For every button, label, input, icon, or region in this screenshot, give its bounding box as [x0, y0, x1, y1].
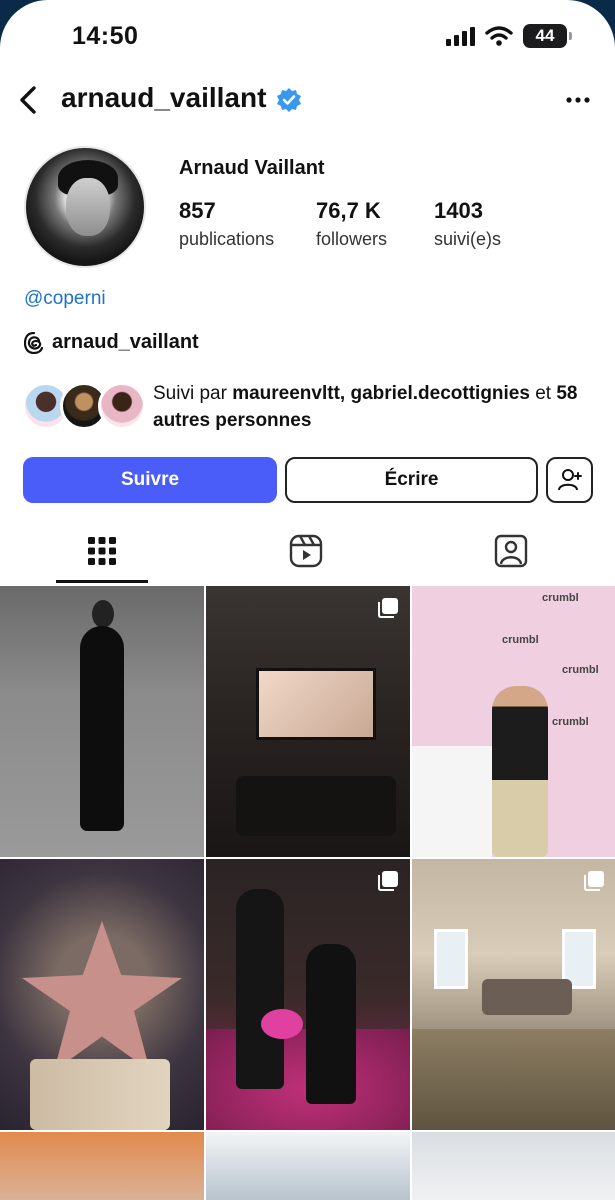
more-options-icon[interactable]: [563, 86, 593, 114]
header-username: arnaud_vaillant: [61, 82, 267, 113]
verified-badge-icon: [277, 88, 301, 112]
add-person-icon: [557, 469, 582, 491]
status-icons: 44: [445, 24, 572, 48]
bio-mention-link[interactable]: @coperni: [24, 288, 106, 310]
post-thumbnail[interactable]: [0, 586, 204, 857]
wifi-icon: [485, 26, 513, 46]
stat-label: publications: [179, 229, 275, 249]
instagram-profile-screen: 14:50 44 arnaud_vaillant Arnaud Vaillant…: [0, 0, 615, 1200]
status-bar: 14:50 44: [0, 0, 615, 70]
profile-full-name: Arnaud Vaillant: [179, 157, 325, 179]
stat-value: 1403: [434, 198, 483, 223]
followed-by-middle: et: [529, 383, 557, 404]
signal-icon: [446, 27, 475, 46]
followed-by-prefix: Suivi par: [153, 383, 233, 404]
post-thumbnail[interactable]: [206, 586, 410, 857]
carousel-icon: [378, 871, 398, 891]
tagged-person-icon[interactable]: [494, 534, 528, 568]
stat-label: suivi(e)s: [434, 229, 502, 249]
threads-badge[interactable]: arnaud_vaillant: [24, 331, 199, 354]
threads-icon: [24, 331, 44, 354]
stat-publications[interactable]: 857 publications: [179, 198, 274, 250]
post-thumbnail[interactable]: [0, 1132, 204, 1200]
followed-by-text[interactable]: Suivi par maureenvltt, gabriel.decottign…: [153, 380, 593, 434]
battery-level: 44: [535, 26, 555, 45]
post-thumbnail[interactable]: [412, 1132, 615, 1200]
post-thumbnail[interactable]: [206, 1132, 410, 1200]
avatar: [98, 382, 146, 430]
stat-followers[interactable]: 76,7 K followers: [316, 198, 387, 250]
message-button[interactable]: Écrire: [285, 457, 538, 503]
stat-following[interactable]: 1403 suivi(e)s: [434, 198, 501, 250]
back-arrow-icon[interactable]: [14, 82, 44, 118]
followed-by-users: maureenvltt, gabriel.decottignies: [232, 383, 530, 404]
stat-value: 857: [179, 198, 216, 223]
follow-button[interactable]: Suivre: [23, 457, 277, 503]
carousel-icon: [584, 871, 604, 891]
reels-icon[interactable]: [289, 534, 323, 568]
profile-tabs: [0, 524, 615, 584]
carousel-icon: [378, 598, 398, 618]
post-thumbnail[interactable]: [206, 859, 410, 1130]
post-thumbnail[interactable]: [412, 859, 615, 1130]
suggest-users-button[interactable]: [546, 457, 593, 503]
posts-grid: crumbl crumbl crumbl crumbl: [0, 586, 615, 1200]
profile-avatar[interactable]: [24, 146, 146, 268]
post-thumbnail[interactable]: [0, 859, 204, 1130]
status-time: 14:50: [72, 22, 139, 50]
post-thumbnail[interactable]: crumbl crumbl crumbl crumbl: [412, 586, 615, 857]
stat-value: 76,7 K: [316, 198, 381, 223]
threads-handle: arnaud_vaillant: [52, 331, 199, 353]
profile-header: arnaud_vaillant: [0, 72, 615, 128]
active-tab-indicator: [56, 580, 148, 583]
grid-icon[interactable]: [85, 534, 119, 568]
battery-indicator: 44: [523, 24, 572, 48]
mutual-followers-avatars[interactable]: [22, 382, 146, 430]
stat-label: followers: [316, 229, 388, 249]
